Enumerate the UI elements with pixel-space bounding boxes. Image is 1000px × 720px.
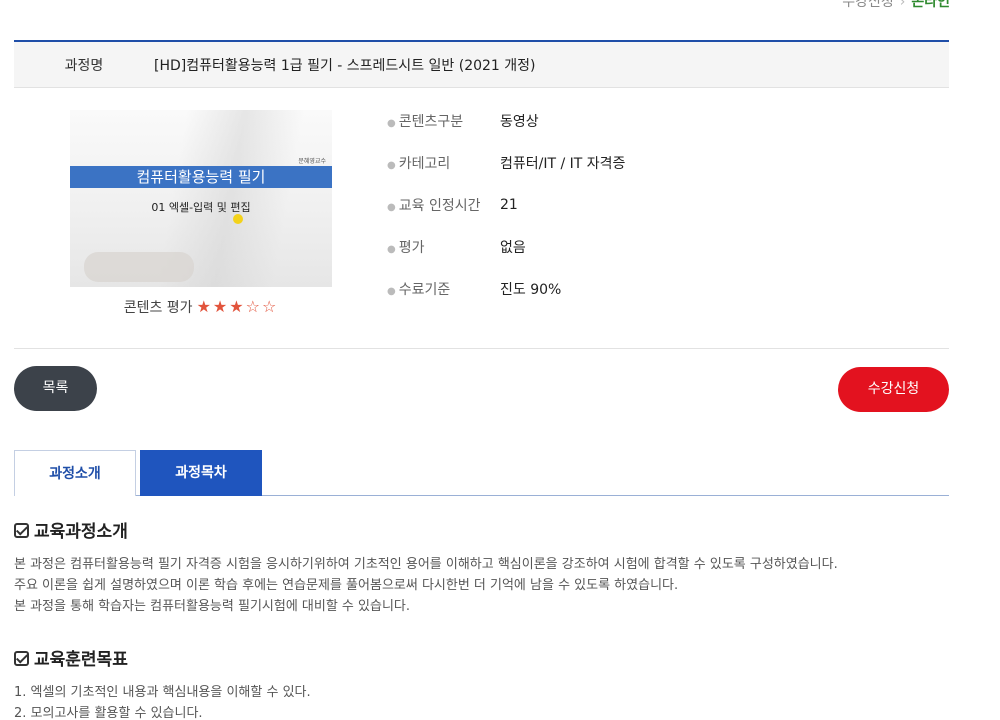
paragraph-line: 본 과정을 통해 학습자는 컴퓨터활용능력 필기시험에 대비할 수 있습니다. — [14, 599, 410, 614]
rating-label: 콘텐츠 평가 — [123, 300, 193, 316]
info-value: 없음 — [500, 240, 526, 256]
tab-course-intro[interactable]: 과정소개 — [14, 450, 136, 496]
paragraph-line: 본 과정은 컴퓨터활용능력 필기 자격증 시험을 응시하기위하여 기초적인 용어… — [14, 557, 838, 572]
cursor-highlight-icon — [233, 214, 243, 224]
section-title: 교육과정소개 — [34, 522, 128, 542]
list-button[interactable]: 목록 — [14, 366, 97, 411]
course-title-row: 과정명 [HD]컴퓨터활용능력 1급 필기 - 스프레드시트 일반 (2021 … — [14, 40, 949, 88]
info-value: 21 — [500, 197, 518, 213]
bullet-icon: ● — [387, 286, 396, 297]
info-key: 카테고리 — [398, 156, 451, 172]
info-value: 진도 90% — [500, 282, 562, 298]
info-value: 컴퓨터/IT / IT 자격증 — [500, 156, 626, 172]
course-thumbnail: 문혜영교수 컴퓨터활용능력 필기 01 엑셀-입력 및 편집 — [70, 110, 332, 287]
info-row-completion: ● 수료기준 진도 90% — [387, 268, 625, 310]
bullet-icon: ● — [387, 202, 396, 213]
list-item: 2. 모의고사를 활용할 수 있습니다. — [14, 706, 203, 720]
course-name: [HD]컴퓨터활용능력 1급 필기 - 스프레드시트 일반 (2021 개정) — [154, 57, 536, 74]
info-value: 동영상 — [500, 114, 539, 130]
content-rating: 콘텐츠 평가 ★★★☆☆ — [70, 297, 332, 317]
divider — [14, 348, 949, 349]
section-title: 교육훈련목표 — [34, 650, 128, 670]
breadcrumb-current: 온라인 — [911, 0, 950, 10]
bullet-icon: ● — [387, 160, 396, 171]
tab-course-contents[interactable]: 과정목차 — [140, 450, 262, 496]
list-item: 1. 엑셀의 기초적인 내용과 핵심내용을 이해할 수 있다. — [14, 685, 311, 700]
hand-image — [84, 252, 194, 282]
course-info-list: ● 콘텐츠구분 동영상 ● 카테고리 컴퓨터/IT / IT 자격증 ● 교육 인정시… — [387, 100, 625, 310]
info-key: 수료기준 — [398, 282, 451, 298]
thumbnail-subtitle: 01 엑셀-입력 및 편집 — [151, 201, 251, 214]
section-heading: 교육훈련목표 — [14, 645, 949, 670]
thumbnail-professor: 문혜영교수 — [298, 158, 326, 165]
section-heading: 교육과정소개 — [14, 517, 949, 542]
checkbox-icon — [14, 651, 29, 666]
bullet-icon: ● — [387, 118, 396, 129]
tab-bar: 과정소개 과정목차 — [14, 450, 949, 496]
section-course-intro: 교육과정소개 본 과정은 컴퓨터활용능력 필기 자격증 시험을 응시하기위하여 … — [14, 517, 949, 617]
breadcrumb: 수강신청 › 온라인 — [842, 0, 950, 11]
info-row-content-type: ● 콘텐츠구분 동영상 — [387, 100, 625, 142]
apply-button[interactable]: 수강신청 — [838, 367, 949, 412]
info-row-evaluation: ● 평가 없음 — [387, 226, 625, 268]
paragraph-line: 주요 이론을 쉽게 설명하였으며 이론 학습 후에는 연습문제를 풀어봄으로써 … — [14, 578, 679, 593]
section-training-goals: 교육훈련목표 1. 엑셀의 기초적인 내용과 핵심내용을 이해할 수 있다. 2… — [14, 645, 949, 720]
info-key: 콘텐츠구분 — [398, 114, 464, 130]
bullet-icon: ● — [387, 244, 396, 255]
checkbox-icon — [14, 523, 29, 538]
info-key: 교육 인정시간 — [398, 198, 481, 214]
course-name-label: 과정명 — [64, 57, 104, 74]
breadcrumb-parent[interactable]: 수강신청 — [842, 0, 894, 10]
chevron-right-icon: › — [899, 0, 906, 10]
star-rating-icon: ★★★☆☆ — [196, 297, 279, 316]
thumbnail-title: 컴퓨터활용능력 필기 — [70, 166, 332, 188]
info-row-hours: ● 교육 인정시간 21 — [387, 184, 625, 226]
info-key: 평가 — [398, 240, 425, 256]
info-row-category: ● 카테고리 컴퓨터/IT / IT 자격증 — [387, 142, 625, 184]
